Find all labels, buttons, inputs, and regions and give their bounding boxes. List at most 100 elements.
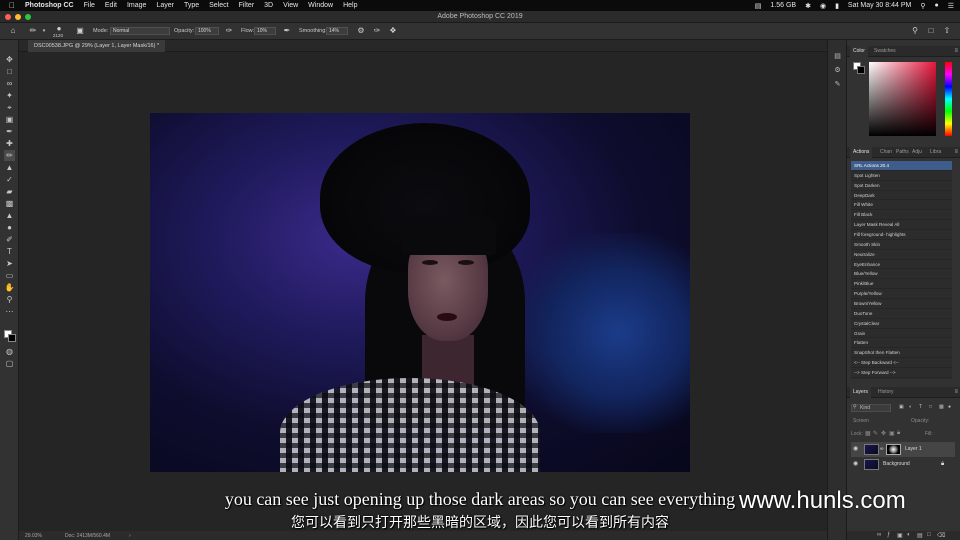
tab-history[interactable]: History: [875, 387, 897, 398]
apple-icon[interactable]: : [9, 1, 15, 10]
link-icon[interactable]: ∞: [880, 442, 884, 457]
symmetry-icon[interactable]: ❖: [388, 26, 398, 36]
pressure-size-icon[interactable]: ✑: [372, 26, 382, 36]
layer-name[interactable]: Layer 1: [905, 442, 922, 457]
menu-list-icon[interactable]: ☰: [948, 2, 954, 10]
bluetooth-icon[interactable]: ✱: [805, 2, 811, 10]
action-item[interactable]: Pink/Blue: [851, 279, 952, 290]
document-tab[interactable]: DSC00538.JPG @ 29% (Layer 1, Layer Mask/…: [28, 40, 166, 52]
filter-toggle-icon[interactable]: ●: [948, 404, 951, 410]
lock-pixels-icon[interactable]: ✎: [873, 430, 878, 437]
shape-tool-icon[interactable]: ▭: [4, 270, 15, 281]
memory-readout[interactable]: 1.56 GB: [770, 2, 796, 9]
action-item[interactable]: Fill foreground- highlights: [851, 230, 952, 240]
mode-select[interactable]: Normal: [110, 27, 170, 35]
action-item[interactable]: Neutralize: [851, 250, 952, 260]
airbrush-icon[interactable]: ✒: [282, 26, 292, 36]
action-item[interactable]: DuoTone: [851, 309, 952, 319]
quick-select-tool-icon[interactable]: ✦: [4, 90, 15, 101]
filter-smart-icon[interactable]: ▩: [939, 404, 944, 410]
group-icon[interactable]: ▤: [917, 532, 923, 539]
tab-layers[interactable]: Layers: [850, 387, 872, 398]
tab-libraries[interactable]: Libra: [927, 147, 944, 158]
libraries-icon[interactable]: ▤: [833, 52, 842, 61]
zoom-readout[interactable]: 29.03%: [25, 533, 42, 539]
wifi-icon[interactable]: ◉: [820, 2, 826, 10]
visibility-icon[interactable]: ◉: [853, 457, 858, 472]
path-select-tool-icon[interactable]: ➤: [4, 258, 15, 269]
adjustment-layer-icon[interactable]: ◐: [907, 532, 911, 538]
more-tools-icon[interactable]: ⋯: [4, 306, 15, 317]
history-brush-tool-icon[interactable]: ✓: [4, 174, 15, 185]
action-item[interactable]: DeepDark: [851, 191, 952, 201]
action-item[interactable]: Smooth Skin: [851, 240, 952, 250]
lock-position-icon[interactable]: ✥: [881, 430, 886, 437]
layer-row-layer-1[interactable]: ◉ ∞ Layer 1: [851, 442, 955, 457]
layer-name[interactable]: Background: [883, 457, 910, 472]
action-item[interactable]: <-- Step Backward <--: [851, 358, 952, 369]
visibility-icon[interactable]: ◉: [853, 442, 858, 457]
search-icon[interactable]: ⚲: [920, 2, 925, 10]
blur-tool-icon[interactable]: ▲: [4, 210, 15, 221]
hue-slider[interactable]: [945, 62, 952, 136]
add-mask-icon[interactable]: ▣: [897, 532, 903, 539]
action-item[interactable]: Spot Lighten: [851, 171, 952, 181]
filter-shape-icon[interactable]: □: [929, 404, 932, 410]
filter-pixel-icon[interactable]: ▣: [899, 404, 904, 410]
menu-select[interactable]: Select: [209, 2, 228, 9]
panel-menu-icon[interactable]: ≡: [954, 387, 958, 398]
fx-icon[interactable]: ƒ: [887, 532, 890, 538]
lock-all-icon[interactable]: 🔒︎: [897, 430, 900, 437]
action-item[interactable]: Fill White: [851, 200, 952, 211]
home-icon[interactable]: ⌂: [8, 26, 18, 36]
brush-settings-icon[interactable]: ▣: [75, 26, 85, 36]
doc-size-readout[interactable]: Doc: 2413M/560.4M: [65, 533, 110, 539]
filter-adjustment-icon[interactable]: ◐: [909, 404, 912, 410]
quick-mask-icon[interactable]: ◍: [4, 346, 15, 357]
eyedropper-tool-icon[interactable]: ✒: [4, 126, 15, 137]
pressure-opacity-icon[interactable]: ✑: [224, 26, 234, 36]
panel-menu-icon[interactable]: ≡: [954, 147, 958, 158]
color-field[interactable]: [869, 62, 936, 136]
chevron-down-icon[interactable]: ▾: [39, 26, 49, 36]
gradient-tool-icon[interactable]: ▩: [4, 198, 15, 209]
color-background-swatch[interactable]: [857, 66, 865, 74]
flow-input[interactable]: 10%: [254, 27, 276, 35]
move-tool-icon[interactable]: ✥: [4, 54, 15, 65]
layer-filter-select[interactable]: Kind: [851, 404, 891, 412]
type-tool-icon[interactable]: T: [4, 246, 15, 257]
document-photo[interactable]: [150, 113, 690, 472]
action-item[interactable]: CrystalClear: [851, 319, 952, 329]
properties-icon[interactable]: ⚙: [833, 66, 842, 75]
menu-layer[interactable]: Layer: [156, 2, 174, 9]
menu-help[interactable]: Help: [343, 2, 357, 9]
filter-type-icon[interactable]: T: [919, 404, 922, 410]
action-item[interactable]: SnapShot then Flatten: [851, 348, 952, 359]
background-swatch[interactable]: [8, 334, 16, 342]
menu-file[interactable]: File: [84, 2, 95, 9]
action-item[interactable]: Grain: [851, 329, 952, 339]
healing-tool-icon[interactable]: ✚: [4, 138, 15, 149]
panel-menu-icon[interactable]: ≡: [954, 46, 958, 57]
action-item[interactable]: Purple/Yellow: [851, 289, 952, 300]
status-menu-icon[interactable]: ›: [129, 533, 131, 539]
lock-artboard-icon[interactable]: ▣: [889, 430, 895, 437]
memory-icon[interactable]: ▤: [755, 2, 762, 10]
search-icon[interactable]: ⚲: [910, 26, 920, 36]
action-item[interactable]: Flatten: [851, 338, 952, 349]
menu-3d[interactable]: 3D: [264, 2, 273, 9]
tab-swatches[interactable]: Swatches: [871, 46, 899, 57]
lasso-tool-icon[interactable]: ∞: [4, 78, 15, 89]
user-icon[interactable]: ●: [934, 2, 938, 9]
trash-icon[interactable]: ⌫: [937, 532, 945, 539]
menu-type[interactable]: Type: [184, 2, 199, 9]
action-set[interactable]: SRL Actions 20.4: [851, 161, 952, 171]
action-item[interactable]: Layer Mask Reveal All: [851, 220, 952, 231]
menu-edit[interactable]: Edit: [105, 2, 117, 9]
new-layer-icon[interactable]: □: [927, 532, 931, 538]
layer-row-background[interactable]: ◉ Background 🔒︎: [851, 457, 955, 472]
menu-view[interactable]: View: [283, 2, 298, 9]
action-item[interactable]: Spot Darken: [851, 181, 952, 191]
smoothing-input[interactable]: 14%: [326, 27, 348, 35]
action-item[interactable]: Blue/Yellow: [851, 269, 952, 280]
